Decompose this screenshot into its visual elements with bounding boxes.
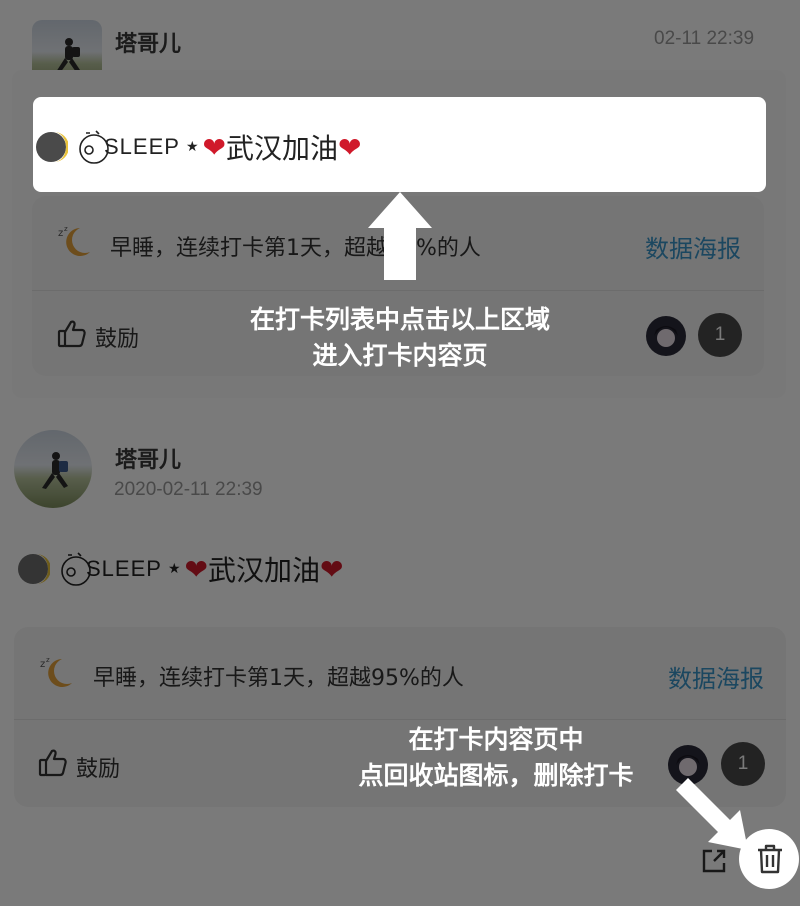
content-text: 武汉加油 — [207, 554, 320, 587]
poster-link[interactable]: 数据海报 — [645, 229, 741, 264]
heart-icon: ❤ — [202, 130, 226, 164]
heart-icon: ❤ — [337, 130, 362, 164]
liker-avatar — [646, 316, 686, 356]
tip-2-line-1: 在打卡内容页中 — [408, 725, 584, 754]
encourage-label[interactable]: 鼓励 — [76, 751, 120, 783]
content-text: 武汉加油 — [225, 132, 338, 165]
trash-icon[interactable] — [755, 843, 785, 875]
post-content: SLEEP ★ ❤ 武汉加油 ❤ — [16, 549, 343, 589]
arrow-up-icon — [366, 190, 434, 282]
heart-icon: ❤ — [184, 552, 208, 586]
tip-1-line-1: 在打卡列表中点击以上区域 — [249, 305, 550, 334]
stats-text: 早睡，连续打卡第1天，超越95%的人 — [93, 666, 464, 691]
svg-text:z: z — [58, 228, 63, 239]
svg-text:z: z — [40, 659, 45, 670]
username: 塔哥儿 — [115, 448, 182, 473]
tip-2: 在打卡内容页中 点回收站图标，删除打卡 — [296, 722, 696, 794]
svg-text:z: z — [64, 225, 68, 233]
thumbs-up-icon[interactable] — [37, 747, 69, 779]
avatar[interactable] — [14, 430, 92, 508]
moon-icon — [34, 130, 69, 164]
tip-1-line-2: 进入打卡内容页 — [312, 341, 488, 370]
divider — [32, 290, 764, 291]
post-datetime: 2020-02-11 22:39 — [114, 479, 263, 500]
poster-link[interactable]: 数据海报 — [668, 659, 764, 694]
tip-2-line-2: 点回收站图标，删除打卡 — [358, 761, 634, 790]
sleep-moon-icon: zz — [56, 222, 96, 262]
heart-icon: ❤ — [319, 552, 344, 586]
svg-text:z: z — [46, 656, 50, 664]
sleep-label: SLEEP — [104, 134, 180, 159]
post-time: 02-11 22:39 — [654, 28, 755, 49]
divider — [14, 719, 786, 720]
tip-1: 在打卡列表中点击以上区域 进入打卡内容页 — [200, 302, 600, 374]
username: 塔哥儿 — [115, 32, 182, 57]
encourage-label[interactable]: 鼓励 — [95, 321, 139, 353]
post-content[interactable]: SLEEP ★ ❤ 武汉加油 ❤ — [34, 127, 361, 167]
encourage-count: 1 — [698, 313, 742, 357]
sleep-moon-icon: zz — [38, 653, 78, 693]
sleep-label: SLEEP — [86, 556, 162, 581]
moon-icon — [16, 552, 51, 586]
thumbs-up-icon[interactable] — [56, 318, 88, 350]
